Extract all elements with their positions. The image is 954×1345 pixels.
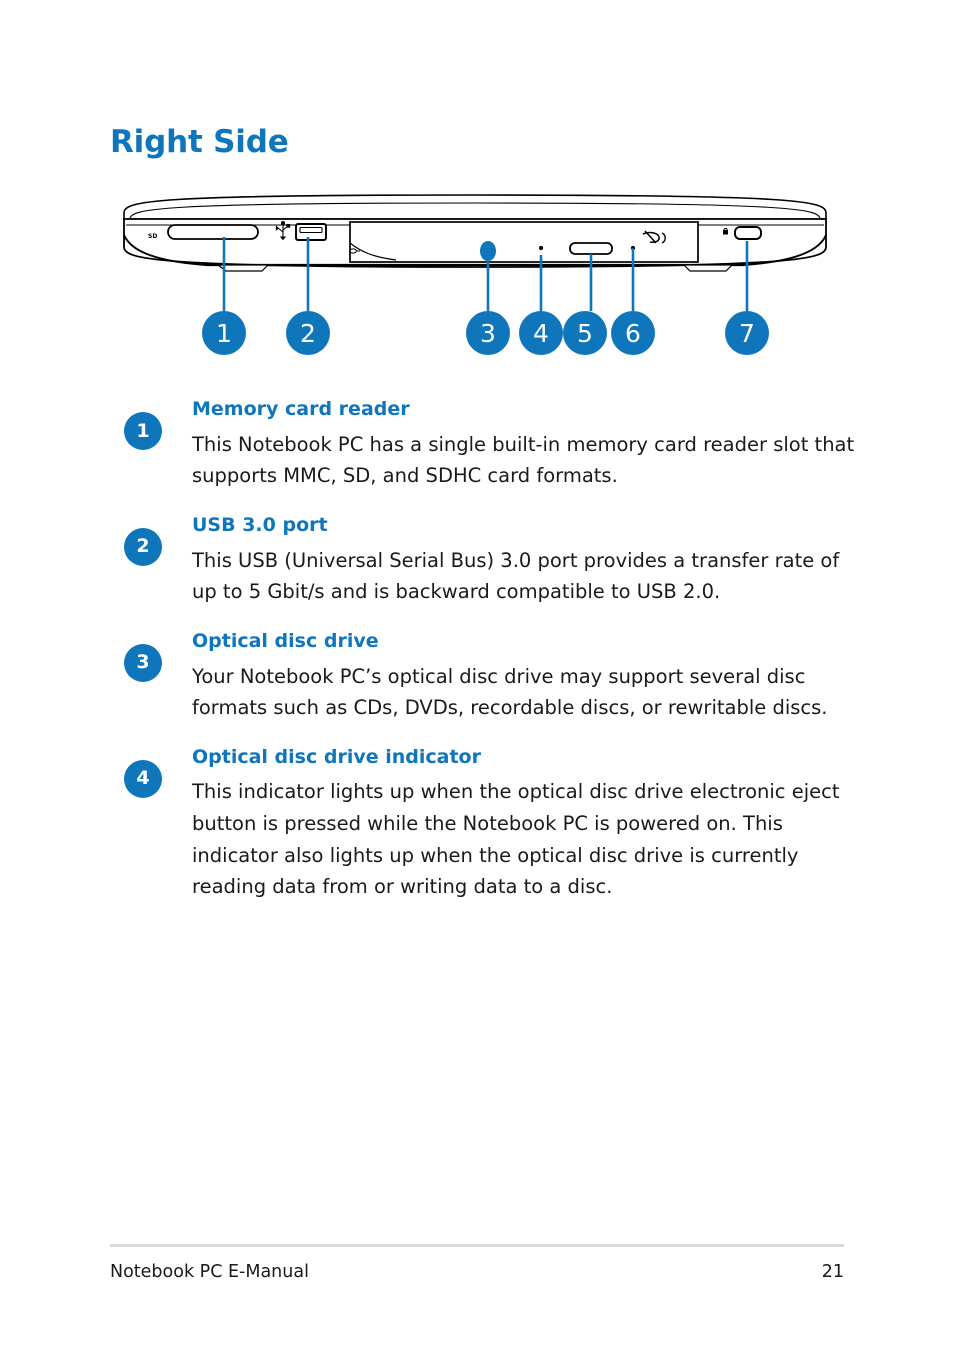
page-footer: Notebook PC E-Manual 21 xyxy=(110,1262,844,1282)
optical-disc-drive-bay xyxy=(349,221,699,263)
list-item: 3 Optical disc drive Your Notebook PC’s … xyxy=(110,630,870,724)
callout-badge-1-label: 1 xyxy=(216,319,232,348)
feature-body: This USB (Universal Serial Bus) 3.0 port… xyxy=(192,548,840,604)
callout-badge-5-label: 5 xyxy=(577,319,593,348)
laptop-lid-profile xyxy=(123,194,827,220)
feature-badge: 1 xyxy=(124,412,162,450)
footer-page-number: 21 xyxy=(821,1262,844,1282)
callout-badge-6: 6 xyxy=(611,311,655,355)
optical-drive-eject-button xyxy=(569,242,613,255)
callout-badge-1: 1 xyxy=(202,311,246,355)
list-item: 1 Memory card reader This Notebook PC ha… xyxy=(110,398,870,492)
feature-badge: 3 xyxy=(124,643,162,682)
feature-body: Your Notebook PC’s optical disc drive ma… xyxy=(192,664,828,720)
callout-badge-3-label: 3 xyxy=(480,319,496,348)
callout-badge-3: 3 xyxy=(466,311,510,355)
callout-badge-4-label: 4 xyxy=(533,319,549,348)
feature-badge: 4 xyxy=(124,759,162,798)
usb-port-inner-tongue xyxy=(299,226,323,234)
document-page: Right Side SD 1 2 3 4 5 6 7 1 Memory car… xyxy=(0,0,954,1345)
footer-divider xyxy=(110,1244,844,1247)
feature-body: This Notebook PC has a single built-in m… xyxy=(192,432,855,488)
rubber-foot-right xyxy=(682,264,734,272)
card-reader-slot xyxy=(167,224,259,240)
callout-badge-7: 7 xyxy=(725,311,769,355)
rubber-foot-left xyxy=(216,264,270,272)
feature-title: Optical disc drive indicator xyxy=(192,745,481,768)
page-title: Right Side xyxy=(110,123,289,160)
footer-manual-title: Notebook PC E-Manual xyxy=(110,1262,309,1282)
list-item: 2 USB 3.0 port This USB (Universal Seria… xyxy=(110,514,870,608)
feature-title: Optical disc drive xyxy=(192,629,379,652)
callout-badge-6-label: 6 xyxy=(625,319,641,348)
feature-list: 1 Memory card reader This Notebook PC ha… xyxy=(110,398,870,925)
callout-badge-4: 4 xyxy=(519,311,563,355)
feature-title: Memory card reader xyxy=(192,398,410,420)
callout-badge-5: 5 xyxy=(563,311,607,355)
notebook-right-side-illustration: SD 1 2 3 4 5 6 7 xyxy=(110,185,840,375)
optical-drive-indicator-led xyxy=(538,245,544,251)
list-item: 4 Optical disc drive indicator This indi… xyxy=(110,746,870,903)
feature-title: USB 3.0 port xyxy=(192,513,328,536)
feature-badge: 2 xyxy=(124,527,162,566)
callout-badges: 1 2 3 4 5 6 7 xyxy=(202,311,769,355)
callout-3-anchor-dot xyxy=(480,241,496,261)
callout-badge-7-label: 7 xyxy=(739,319,755,348)
feature-body: This indicator lights up when the optica… xyxy=(192,780,840,899)
callout-badge-2: 2 xyxy=(286,311,330,355)
kensington-lock-slot xyxy=(734,226,762,240)
callout-badge-2-label: 2 xyxy=(300,319,316,348)
card-reader-label: SD xyxy=(148,233,157,240)
